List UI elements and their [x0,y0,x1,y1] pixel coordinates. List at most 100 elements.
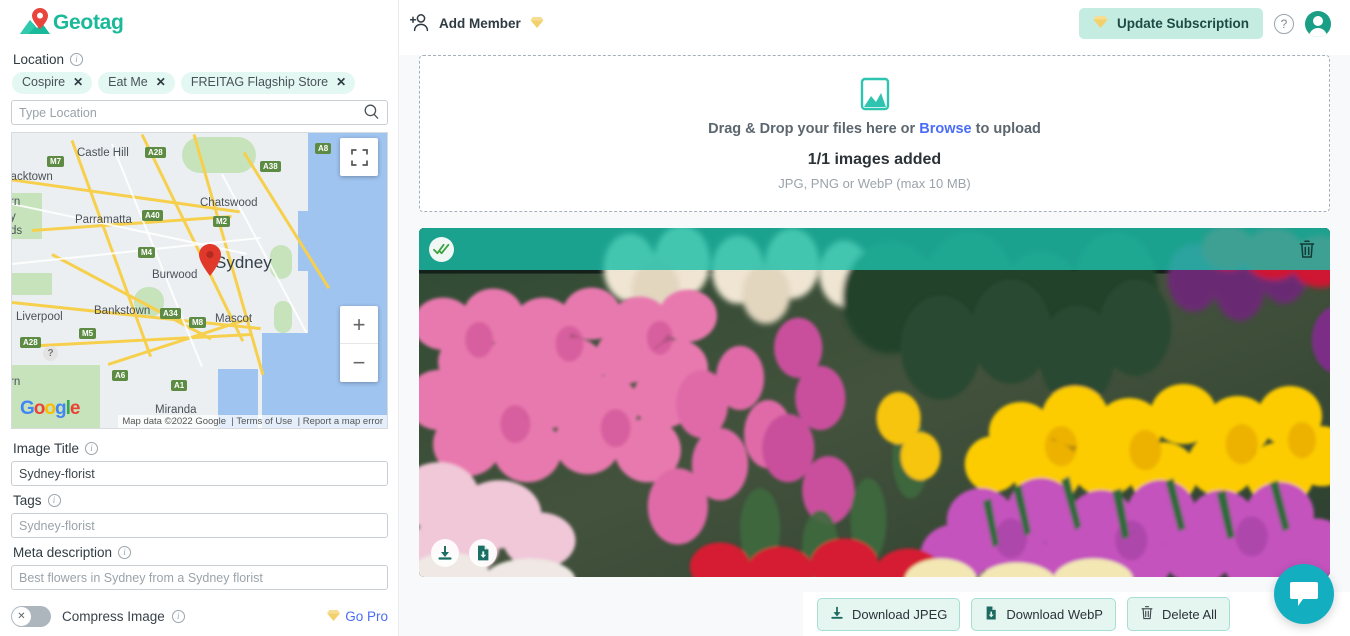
top-bar: Add Member Update Subscription ? [399,0,1350,47]
zoom-out-button[interactable]: − [340,344,378,382]
meta-description-input[interactable] [11,565,388,590]
trash-icon[interactable] [1298,239,1316,259]
close-icon[interactable]: ✕ [336,75,346,90]
road-shield: A34 [160,308,181,319]
location-label: Location i [11,52,387,67]
map-attribution: Map data ©2022 Google | Terms of Use | R… [118,415,387,428]
sidebar: Geotag Location i Cospire ✕ Eat Me ✕ FRE… [0,0,399,636]
location-search-wrap [11,100,387,125]
terms-link[interactable]: Terms of Use [236,416,292,427]
go-pro-link[interactable]: Go Pro [327,609,388,624]
diamond-icon [327,609,340,624]
browse-link[interactable]: Browse [919,121,971,137]
tags-label: Tags i [11,493,387,508]
geotag-logo-icon [18,8,52,38]
diamond-icon [1093,16,1108,31]
delete-all-button[interactable]: Delete All [1127,597,1230,631]
map-place-label: Parramatta [75,214,132,226]
location-chip[interactable]: Eat Me ✕ [98,72,175,94]
file-download-icon[interactable] [469,539,497,567]
road-shield: M2 [213,216,230,227]
map-city-label: Sydney [215,253,272,273]
download-jpeg-button[interactable]: Download JPEG [817,598,960,631]
road-shield: M4 [138,247,155,258]
tags-input[interactable] [11,513,388,538]
map-place-label: y [11,211,16,223]
download-webp-button[interactable]: Download WebP [971,598,1116,631]
map-place-label: ds [11,225,22,237]
map-place-label: Liverpool [16,311,63,323]
add-member-button[interactable]: Add Member [410,13,544,35]
search-icon[interactable] [364,104,379,120]
compress-image-label-text: Compress Image [62,609,165,624]
top-bar-right: Update Subscription ? [1079,8,1331,39]
fullscreen-icon[interactable] [340,138,378,176]
close-icon[interactable]: ✕ [156,75,166,90]
road-shield: M8 [189,317,206,328]
road-shield: A8 [315,143,331,154]
add-person-icon [410,13,430,35]
image-card[interactable] [419,228,1330,577]
location-chip[interactable]: Cospire ✕ [12,72,92,94]
update-subscription-label: Update Subscription [1117,16,1249,31]
download-webp-label: Download WebP [1006,607,1103,622]
app-root: Geotag Location i Cospire ✕ Eat Me ✕ FRE… [0,0,1350,636]
road-shield: A6 [112,370,128,381]
image-title-input[interactable] [11,461,388,486]
info-icon[interactable]: i [48,494,61,507]
location-input[interactable] [11,100,388,125]
trash-icon [1140,605,1154,623]
info-icon[interactable]: i [85,442,98,455]
info-icon[interactable]: i [70,53,83,66]
images-added-count: 1/1 images added [808,151,941,169]
road-shield: A38 [260,161,281,172]
meta-description-label-text: Meta description [13,545,112,560]
close-icon[interactable]: ✕ [73,75,83,90]
download-jpeg-label: Download JPEG [852,607,947,622]
app-logo[interactable]: Geotag [11,0,387,46]
diamond-icon [530,16,544,31]
chip-label: Eat Me [108,75,148,90]
image-card-actions [431,539,497,567]
map-place-label: Burwood [152,269,197,281]
image-card-toolbar [419,228,1330,270]
google-logo: Google [20,398,79,420]
file-download-icon [984,606,998,623]
info-icon[interactable]: i [172,610,185,623]
download-icon[interactable] [431,539,459,567]
report-map-error-link[interactable]: Report a map error [303,416,383,427]
toggle-knob: ✕ [12,607,31,626]
compress-image-toggle[interactable]: ✕ [11,606,51,627]
map-place-label: lacktown [11,171,53,183]
compress-image-label: Compress Image i [62,609,185,624]
image-placeholder-icon [858,77,892,111]
map-help-icon[interactable]: ? [43,346,58,361]
help-icon[interactable]: ? [1274,14,1294,34]
chat-bubble-icon[interactable] [1274,564,1334,624]
accepted-formats-text: JPG, PNG or WebP (max 10 MB) [778,176,970,191]
road-shield: A28 [20,337,41,348]
user-avatar-icon[interactable] [1305,11,1331,37]
upload-dropzone[interactable]: Drag & Drop your files here or Browse to… [419,55,1330,212]
map-pin-icon[interactable] [198,244,222,277]
location-chip[interactable]: FREITAG Flagship Store ✕ [181,72,355,94]
location-map[interactable]: M7 A28 A38 A8 A40 M2 M4 A34 M8 M5 A28 A6… [11,132,388,429]
map-place-label: rn [11,196,20,208]
chip-label: Cospire [22,75,65,90]
compress-image-row: ✕ Compress Image i Go Pro [11,606,388,627]
dropzone-instruction: Drag & Drop your files here or Browse to… [708,121,1041,137]
map-place-label: Chatswood [200,197,258,209]
update-subscription-button[interactable]: Update Subscription [1079,8,1263,39]
logo-text: Geotag [53,11,124,35]
info-icon[interactable]: i [118,546,131,559]
location-chip-list: Cospire ✕ Eat Me ✕ FREITAG Flagship Stor… [11,72,387,94]
road-shield: A28 [145,147,166,158]
chip-label: FREITAG Flagship Store [191,75,328,90]
double-check-icon[interactable] [429,237,454,262]
metadata-form: Image Title i Tags i Meta description i [11,429,387,590]
road-shield: M7 [47,156,64,167]
add-member-label: Add Member [439,16,521,31]
main-content: Drag & Drop your files here or Browse to… [399,55,1350,636]
zoom-in-button[interactable]: + [340,306,378,344]
map-data-text: Map data ©2022 Google [122,416,226,427]
